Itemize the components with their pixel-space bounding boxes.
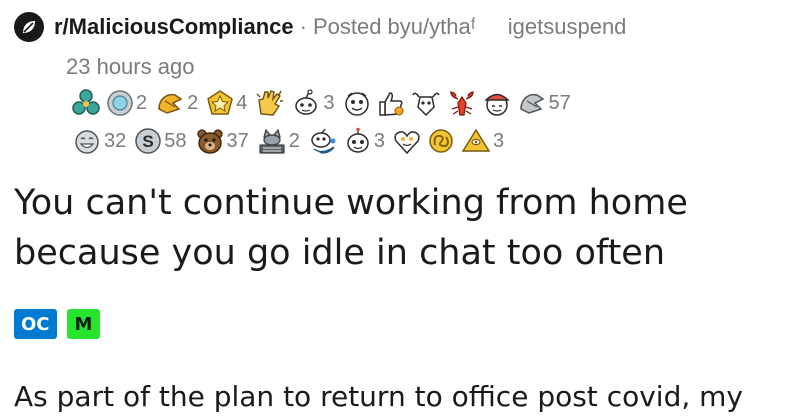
hug-award-icon [158, 93, 183, 114]
award[interactable]: 3 [344, 127, 387, 155]
thumbs-up-award-icon [378, 92, 403, 116]
awards-row: 2 2 4 3 57 [72, 88, 579, 118]
award[interactable] [411, 89, 441, 117]
post-timestamp[interactable]: 23 hours ago [66, 54, 194, 80]
silver-s-award-icon: S [135, 128, 161, 154]
award[interactable]: 2 [155, 89, 200, 117]
award-count: 58 [164, 129, 187, 152]
snoo-award-icon [295, 89, 318, 115]
award[interactable]: 3 [291, 89, 336, 117]
clapping-hands-award-icon [256, 90, 284, 116]
snoo-splash-award-icon [311, 128, 336, 154]
meta-separator: · [299, 14, 307, 39]
svg-text:S: S [143, 132, 154, 151]
award[interactable] [343, 89, 371, 117]
goat-award-icon [411, 92, 440, 117]
silver-coin-award-icon [107, 90, 133, 116]
post-header: r/MaliciousCompliance · Posted by u/ytha… [14, 12, 626, 42]
author-link-tail[interactable]: igetsuspend [508, 14, 627, 40]
award[interactable] [72, 89, 100, 117]
alien-face-award-icon [347, 127, 369, 153]
award-count: 3 [323, 91, 335, 114]
award-count: 2 [136, 91, 148, 114]
award-count: 37 [226, 129, 249, 152]
award[interactable]: 57 [517, 89, 573, 117]
award[interactable]: 4 [206, 89, 249, 117]
hat-face-award-icon [483, 93, 510, 116]
grey-hug-award-icon [519, 93, 544, 114]
gold-star-award-icon [207, 90, 234, 115]
triple-gem-award-icon [72, 89, 100, 115]
gold-pyramid-award-icon [461, 128, 491, 152]
heart-eyes-award-icon [394, 131, 420, 155]
leaf-icon [23, 21, 35, 33]
post-flairs: OC M [14, 309, 101, 339]
award-count: 57 [548, 91, 571, 114]
award[interactable]: 3 [461, 127, 506, 155]
gold-pretzel-award-icon [429, 129, 453, 153]
award[interactable] [447, 89, 477, 117]
reddit-post: r/MaliciousCompliance · Posted by u/ytha… [0, 0, 800, 420]
subreddit-icon[interactable] [14, 12, 44, 42]
award[interactable]: 2 [257, 127, 302, 155]
award[interactable] [393, 127, 421, 155]
post-title[interactable]: You can't continue working from home bec… [14, 178, 789, 278]
flair-oc[interactable]: OC [14, 309, 57, 339]
flair-m[interactable]: M [66, 309, 101, 339]
award[interactable]: 32 [72, 127, 128, 155]
award-count: 2 [288, 129, 300, 152]
award[interactable] [255, 88, 285, 118]
award-count: 2 [187, 91, 199, 114]
award[interactable]: 37 [195, 127, 251, 155]
post-body: As part of the plan to return to office … [14, 380, 743, 413]
award[interactable] [483, 89, 511, 117]
award[interactable] [308, 127, 338, 155]
keyboard-cat-award-icon [259, 128, 285, 154]
posted-by-label: Posted by [312, 14, 411, 39]
award-count: 3 [373, 129, 385, 152]
laughing-face-award-icon [75, 130, 99, 154]
bear-award-icon [196, 129, 223, 154]
lobster-award-icon [449, 91, 474, 116]
award[interactable] [427, 127, 455, 155]
award[interactable] [377, 89, 405, 117]
award-count: 4 [236, 91, 248, 114]
author-link[interactable]: u/ythaᶠ [411, 14, 476, 40]
face-award-icon [344, 92, 369, 116]
award[interactable]: S 58 [134, 127, 188, 155]
awards-row: 32 S 58 37 2 3 3 [72, 126, 512, 156]
subreddit-link[interactable]: r/MaliciousCompliance [54, 14, 294, 40]
award[interactable]: 2 [106, 89, 149, 117]
award-count: 32 [104, 129, 127, 152]
award-count: 3 [493, 129, 505, 152]
